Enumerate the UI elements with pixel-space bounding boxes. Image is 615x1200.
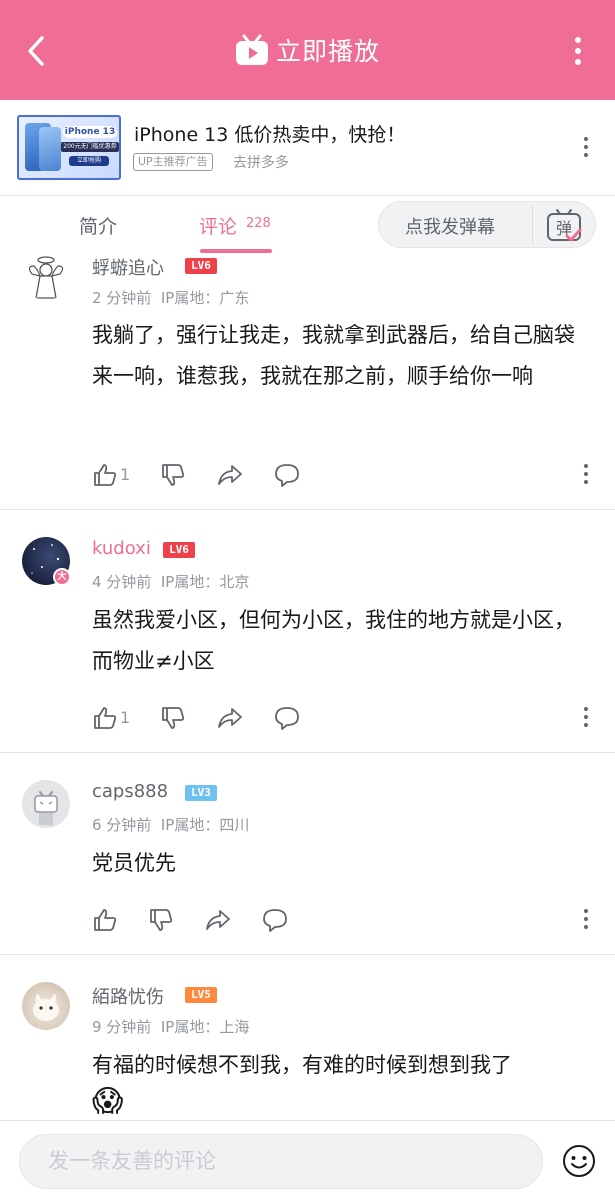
comment-time: 2 分钟前 <box>92 289 152 307</box>
reply-icon[interactable] <box>273 462 301 488</box>
divider <box>0 954 615 955</box>
chevron-left-icon[interactable] <box>22 34 52 68</box>
default-tv-avatar-icon <box>34 791 58 825</box>
like-count: 1 <box>120 708 131 727</box>
comment-meta: 9 分钟前 IP属地：上海 <box>92 1016 249 1037</box>
level-badge: LV6 <box>185 258 217 274</box>
like-icon[interactable] <box>92 462 118 488</box>
ad-title[interactable]: iPhone 13 低价热卖中，快抢！ <box>134 120 405 147</box>
cat-avatar-image <box>33 993 59 1021</box>
comment-text: 有福的时候想不到我，有难的时候到想到我了 <box>92 1053 512 1077</box>
more-vertical-icon[interactable] <box>568 36 588 66</box>
tab-active-indicator <box>200 249 272 253</box>
comment-time: 9 分钟前 <box>92 1018 152 1036</box>
emoji-sticker: 😱 <box>92 1084 124 1119</box>
avatar[interactable] <box>22 982 70 1030</box>
tab-comments[interactable]: 评论 <box>199 212 237 239</box>
dislike-icon[interactable] <box>148 907 174 933</box>
ad-thumb-cta: 立即抢购 <box>69 156 109 166</box>
comment-ip: IP属地：广东 <box>160 289 250 307</box>
play-now-button[interactable]: 立即播放 <box>234 30 380 70</box>
avatar[interactable] <box>22 252 70 300</box>
avatar[interactable] <box>22 780 70 828</box>
comment-username[interactable]: 絔路忧伤 <box>92 983 164 1009</box>
comment-text: 虽然我爱小区，但何为小区，我住的地方就是小区，而物业≠小区 <box>92 608 575 673</box>
share-icon[interactable] <box>216 462 244 488</box>
comment-username[interactable]: 蜉蝣追心 <box>92 254 164 280</box>
comment-text: 我躺了，强行让我走，我就拿到武器后，给自己脑袋来一响，谁惹我，我就在那之前，顺手… <box>92 323 575 388</box>
ad-link[interactable]: 去拼多多 <box>233 152 289 172</box>
divider <box>0 752 615 753</box>
like-count: 1 <box>120 465 131 484</box>
tab-intro[interactable]: 简介 <box>79 212 117 239</box>
comment-more-icon[interactable] <box>582 706 590 728</box>
angel-avatar-icon <box>28 256 64 299</box>
comment-count: 228 <box>246 216 271 231</box>
page-title: 立即播放 <box>276 37 381 66</box>
smiley-icon[interactable] <box>561 1143 597 1179</box>
comment-more-icon[interactable] <box>582 908 590 930</box>
danmu-toggle-icon[interactable]: 弹 <box>545 208 583 244</box>
dislike-icon[interactable] <box>160 462 186 488</box>
phone-image <box>39 127 61 171</box>
dislike-icon[interactable] <box>160 705 186 731</box>
divider <box>0 509 615 510</box>
comment-time: 4 分钟前 <box>92 573 152 591</box>
comment-meta: 4 分钟前 IP属地：北京 <box>92 571 249 592</box>
divider <box>532 205 533 245</box>
like-icon[interactable] <box>92 907 118 933</box>
comment-time: 6 分钟前 <box>92 816 152 834</box>
comment-username[interactable]: caps888 <box>92 781 168 802</box>
comment-more-icon[interactable] <box>582 463 590 485</box>
comment-ip: IP属地：上海 <box>160 1018 250 1036</box>
comment-meta: 6 分钟前 IP属地：四川 <box>92 814 249 835</box>
level-badge: LV6 <box>163 542 195 558</box>
svg-text:弹: 弹 <box>556 219 572 238</box>
ad-thumbnail[interactable]: iPhone 13 200元无门槛优惠券 立即抢购 <box>17 115 121 180</box>
share-icon[interactable] <box>204 907 232 933</box>
ad-thumb-coupon: 200元无门槛优惠券 <box>61 142 119 152</box>
comment-username[interactable]: kudoxi <box>92 538 151 559</box>
comment-ip: IP属地：四川 <box>160 816 250 834</box>
share-icon[interactable] <box>216 705 244 731</box>
vip-badge-icon: 大 <box>53 568 71 586</box>
reply-icon[interactable] <box>261 907 289 933</box>
ad-thumb-title: iPhone 13 <box>63 126 117 138</box>
danmu-placeholder[interactable]: 点我发弹幕 <box>405 213 495 239</box>
reply-icon[interactable] <box>273 705 301 731</box>
tv-play-icon <box>236 34 268 65</box>
level-badge: LV3 <box>185 785 217 801</box>
comment-input[interactable]: 发一条友善的评论 <box>19 1134 543 1189</box>
comment-text: 党员优先 <box>92 851 176 875</box>
comment-meta: 2 分钟前 IP属地：广东 <box>92 287 249 308</box>
more-vertical-icon[interactable] <box>580 136 592 158</box>
level-badge: LV5 <box>185 987 217 1003</box>
comment-ip: IP属地：北京 <box>160 573 250 591</box>
ad-tag: UP主推荐广告 <box>133 153 213 171</box>
like-icon[interactable] <box>92 705 118 731</box>
